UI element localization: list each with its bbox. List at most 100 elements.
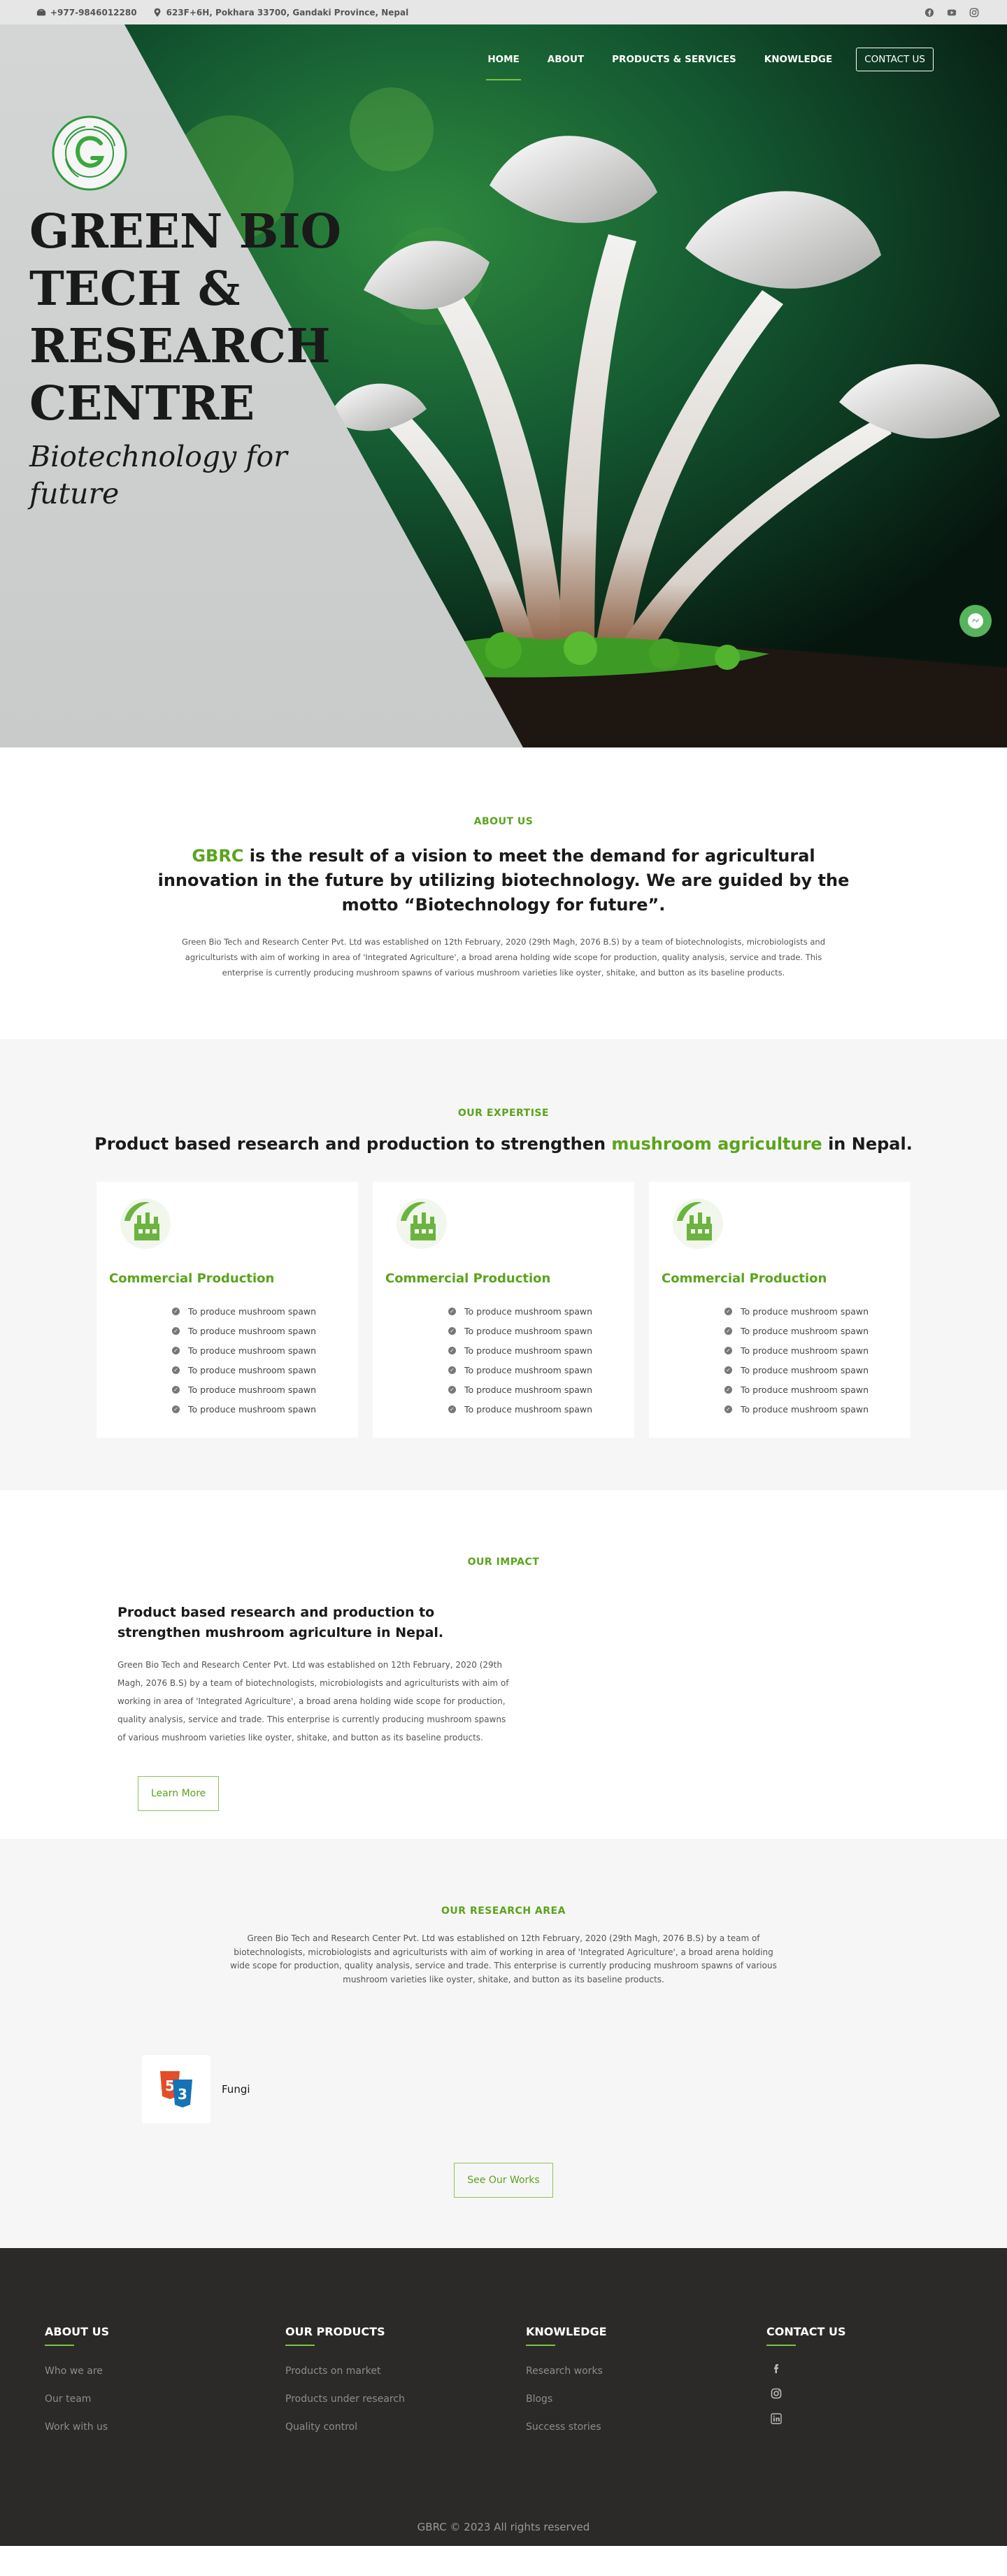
instagram-icon[interactable] — [969, 8, 979, 17]
footer-link[interactable]: Products on market — [285, 2366, 526, 2393]
card-title: Commercial Production — [385, 1271, 551, 1286]
contact-us-button[interactable]: CONTACT US — [856, 48, 934, 71]
research-label: OUR RESEARCH AREA — [441, 1905, 566, 1917]
card-title: Commercial Production — [109, 1271, 275, 1286]
footer-link[interactable]: Success stories — [526, 2421, 766, 2449]
card-list-item: ✓ To produce mushroom spawn — [172, 1360, 345, 1380]
facebook-icon[interactable] — [924, 8, 934, 17]
heading-underline — [285, 2345, 315, 2346]
check-circle-icon: ✓ — [724, 1307, 732, 1315]
copyright-text: GBRC © 2023 All rights reserved — [417, 2521, 590, 2533]
learn-more-button[interactable]: Learn More — [138, 1776, 220, 1811]
phone-contact[interactable]: +977-9846012280 — [36, 8, 137, 17]
expertise-heading-after: in Nepal. — [822, 1134, 913, 1154]
research-item-thumbnail: 5 3 — [142, 2055, 210, 2124]
expertise-section: OUR EXPERTISE Product based research and… — [0, 1039, 1007, 1490]
check-circle-icon: ✓ — [724, 1366, 732, 1374]
check-circle-icon: ✓ — [448, 1405, 456, 1413]
check-circle-icon: ✓ — [724, 1346, 732, 1354]
impact-heading: Product based research and production to… — [117, 1605, 444, 1640]
footer: ABOUT US Who we are Our team Work with u… — [0, 2248, 1007, 2546]
research-section: OUR RESEARCH AREA Green Bio Tech and Res… — [0, 1839, 1007, 2248]
expertise-cards: Commercial Production ✓ To produce mushro… — [0, 1182, 1007, 1438]
factory-leaf-icon — [120, 1198, 171, 1249]
gbrc-logo[interactable] — [50, 114, 129, 192]
expertise-heading-highlight: mushroom agriculture — [611, 1134, 822, 1154]
factory-leaf-icon — [397, 1198, 447, 1249]
footer-knowledge-column: KNOWLEDGE Research works Blogs Success s… — [526, 2325, 766, 2449]
expertise-card: Commercial Production ✓ To produce mushro… — [373, 1182, 634, 1438]
footer-link[interactable]: Quality control — [285, 2421, 526, 2449]
footer-link[interactable]: Work with us — [45, 2421, 285, 2449]
hero-subtitle: Biotechnology for future — [29, 440, 287, 510]
check-circle-icon: ✓ — [448, 1346, 456, 1354]
impact-label: OUR IMPACT — [467, 1557, 540, 1568]
footer-heading: OUR PRODUCTS — [285, 2325, 385, 2338]
card-title: Commercial Production — [662, 1271, 827, 1286]
research-body: Green Bio Tech and Research Center Pvt. … — [230, 1933, 777, 1984]
card-list-item: ✓ To produce mushroom spawn — [724, 1380, 898, 1399]
hero-section: HOME ABOUT PRODUCTS & SERVICES KNOWLEDGE… — [0, 24, 1007, 747]
nav-knowledge[interactable]: KNOWLEDGE — [750, 45, 846, 73]
card-list-item: ✓ To produce mushroom spawn — [724, 1360, 898, 1380]
about-section: ABOUT US GBRC is the result of a vision … — [0, 747, 1007, 1039]
expertise-label: OUR EXPERTISE — [457, 1108, 550, 1119]
check-circle-icon: ✓ — [448, 1366, 456, 1374]
check-circle-icon: ✓ — [448, 1385, 456, 1394]
see-our-works-button[interactable]: See Our Works — [454, 2163, 553, 2198]
footer-heading: CONTACT US — [766, 2325, 846, 2338]
card-list-item: ✓ To produce mushroom spawn — [172, 1340, 345, 1360]
nav-home[interactable]: HOME — [473, 45, 533, 80]
footer-heading: KNOWLEDGE — [526, 2325, 607, 2338]
check-circle-icon: ✓ — [724, 1326, 732, 1335]
research-area-item[interactable]: 5 3 Fungi — [142, 2055, 1007, 2124]
card-list-item: ✓ To produce mushroom spawn — [448, 1321, 622, 1340]
footer-link[interactable]: Products under research — [285, 2393, 526, 2421]
expertise-card: Commercial Production ✓ To produce mushro… — [649, 1182, 910, 1438]
about-heading-text: is the result of a vision to meet the de… — [157, 846, 850, 915]
linkedin-icon[interactable] — [771, 2413, 782, 2424]
card-list-item: ✓ To produce mushroom spawn — [724, 1321, 898, 1340]
address-contact: 623F+6H, Pokhara 33700, Gandaki Province… — [152, 8, 408, 17]
hero-title: GREEN BIO TECH & RESEARCH CENTRE — [29, 203, 341, 431]
map-pin-icon — [154, 8, 160, 17]
footer-products-column: OUR PRODUCTS Products on market Products… — [285, 2325, 526, 2449]
card-list-item: ✓ To produce mushroom spawn — [724, 1301, 898, 1321]
nav-products-services[interactable]: PRODUCTS & SERVICES — [598, 45, 750, 73]
footer-link[interactable]: Who we are — [45, 2366, 285, 2393]
heading-underline — [526, 2345, 555, 2346]
youtube-icon[interactable] — [947, 8, 957, 17]
footer-link[interactable]: Research works — [526, 2366, 766, 2393]
phone-number: +977-9846012280 — [50, 7, 137, 17]
card-list-item: ✓ To produce mushroom spawn — [448, 1360, 622, 1380]
impact-body: Green Bio Tech and Research Center Pvt. … — [117, 1660, 509, 1743]
check-circle-icon: ✓ — [448, 1307, 456, 1315]
svg-text:3: 3 — [178, 2086, 187, 2103]
facebook-icon[interactable] — [771, 2363, 782, 2374]
check-circle-icon: ✓ — [172, 1385, 180, 1394]
check-circle-icon: ✓ — [172, 1405, 180, 1413]
card-list-item: ✓ To produce mushroom spawn — [448, 1399, 622, 1419]
check-circle-icon: ✓ — [172, 1346, 180, 1354]
heading-underline — [45, 2345, 74, 2346]
messenger-chat-button[interactable] — [959, 605, 992, 637]
card-list-item: ✓ To produce mushroom spawn — [724, 1340, 898, 1360]
card-list-item: ✓ To produce mushroom spawn — [448, 1301, 622, 1321]
footer-link[interactable]: Our team — [45, 2393, 285, 2421]
card-list-item: ✓ To produce mushroom spawn — [448, 1380, 622, 1399]
instagram-icon[interactable] — [771, 2388, 782, 2399]
expertise-heading: Product based research and production to… — [0, 1134, 1007, 1154]
about-label: ABOUT US — [473, 816, 534, 827]
about-heading-highlight: GBRC — [192, 846, 244, 866]
footer-link[interactable]: Blogs — [526, 2393, 766, 2421]
about-body: Green Bio Tech and Research Center Pvt. … — [181, 937, 826, 978]
card-list-item: ✓ To produce mushroom spawn — [172, 1380, 345, 1399]
phone-icon — [36, 8, 46, 15]
footer-heading: ABOUT US — [45, 2325, 110, 2338]
check-circle-icon: ✓ — [172, 1366, 180, 1374]
about-heading: GBRC is the result of a vision to meet t… — [147, 844, 860, 917]
check-circle-icon: ✓ — [724, 1385, 732, 1394]
nav-about[interactable]: ABOUT — [534, 45, 598, 73]
card-list-item: ✓ To produce mushroom spawn — [172, 1301, 345, 1321]
check-circle-icon: ✓ — [172, 1307, 180, 1315]
